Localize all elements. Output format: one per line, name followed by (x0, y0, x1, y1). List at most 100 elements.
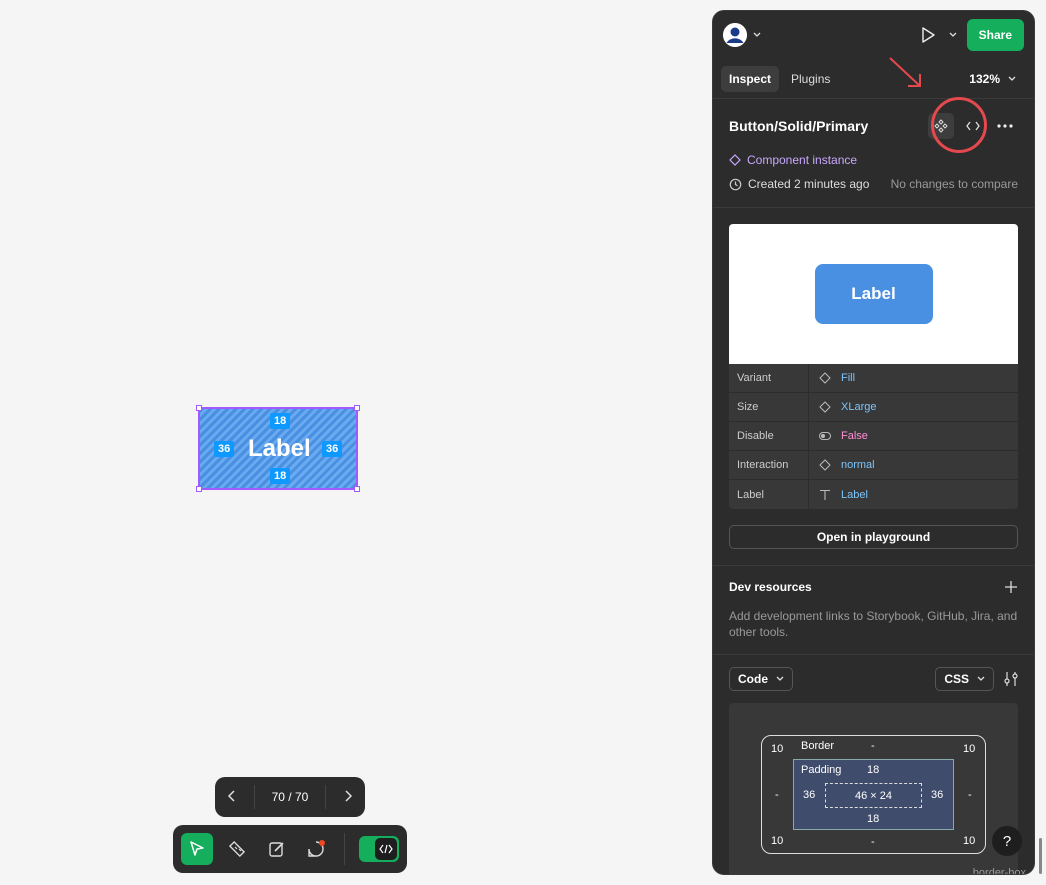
chevron-down-icon (753, 32, 761, 37)
dev-mode-toggle[interactable] (359, 836, 400, 862)
diamond-icon (819, 401, 831, 413)
radius-bottom-right: 10 (963, 835, 976, 847)
annotate-tool-button[interactable] (261, 833, 293, 865)
property-value[interactable]: Fill (841, 372, 855, 384)
box-model-diagram: Border - 10 10 10 10 - - - Padding 18 18… (729, 703, 1026, 874)
tab-inspect[interactable]: Inspect (721, 65, 780, 92)
inspect-panel: Share Inspect Plugins 132% Button/Solid/… (712, 10, 1035, 875)
resize-handle[interactable] (354, 405, 360, 411)
border-left-value: - (775, 789, 779, 801)
selected-button-frame[interactable]: 18 18 36 36 Label (196, 405, 360, 492)
text-icon (820, 489, 830, 500)
dev-resources-section: Dev resources Add development links to S… (713, 566, 1034, 655)
resize-handle[interactable] (354, 486, 360, 492)
padding-right-badge: 36 (322, 441, 343, 457)
padding-top-badge: 18 (270, 413, 291, 429)
property-row: Size XLarge (729, 393, 1018, 422)
pager-count: 70 / 70 (271, 790, 309, 804)
radius-top-right: 10 (963, 743, 976, 755)
play-icon (921, 27, 935, 43)
present-button[interactable] (921, 27, 957, 43)
zoom-level: 132% (969, 71, 1000, 86)
component-header: Button/Solid/Primary Component instance … (713, 99, 1034, 208)
tab-plugins[interactable]: Plugins (783, 66, 838, 92)
padding-label: Padding (801, 764, 842, 776)
scrollbar[interactable] (1039, 838, 1042, 874)
annotate-icon (268, 842, 284, 857)
property-key: Label (729, 480, 809, 509)
created-text: Created 2 minutes ago (748, 177, 870, 191)
ruler-tool-button[interactable] (221, 833, 253, 865)
go-to-main-component-button[interactable] (928, 113, 954, 139)
property-value[interactable]: False (841, 430, 868, 442)
component-name: Button/Solid/Primary (729, 118, 869, 134)
resize-handle[interactable] (196, 405, 202, 411)
help-button[interactable]: ? (992, 826, 1022, 856)
dev-resources-description: Add development links to Storybook, GitH… (729, 609, 1018, 639)
padding-right-value: 36 (931, 789, 944, 801)
property-value[interactable]: Label (841, 489, 868, 501)
property-row: Label Label (729, 480, 1018, 509)
padding-bottom-value: 18 (867, 813, 880, 825)
border-bottom-value: - (871, 836, 875, 848)
share-button[interactable]: Share (966, 19, 1024, 51)
code-dropdown[interactable]: Code (729, 667, 793, 691)
property-key: Disable (729, 422, 809, 450)
component-icon (934, 119, 948, 133)
property-row: Disable False (729, 422, 1018, 451)
history-info: Created 2 minutes ago (729, 177, 869, 191)
padding-bottom-badge: 18 (270, 468, 291, 484)
more-icon (997, 124, 1013, 128)
padding-left-value: 36 (803, 789, 816, 801)
component-instance-link[interactable]: Component instance (729, 153, 1018, 167)
open-in-playground-button[interactable]: Open in playground (729, 525, 1018, 549)
account-menu[interactable] (723, 23, 761, 47)
code-icon (375, 838, 398, 860)
property-key: Variant (729, 364, 809, 392)
move-icon (190, 841, 204, 856)
border-value: - (871, 740, 875, 752)
toggle-icon (819, 432, 831, 440)
no-changes-text: No changes to compare (890, 177, 1018, 191)
border-label: Border (801, 740, 835, 752)
property-value[interactable]: normal (841, 459, 875, 471)
preview-button: Label (814, 264, 933, 324)
chevron-left-icon[interactable] (227, 789, 237, 805)
code-header: Code CSS (713, 655, 1034, 691)
annotation-arrow-icon (889, 57, 921, 87)
diamond-icon (819, 372, 831, 384)
move-tool-button[interactable] (181, 833, 213, 865)
comment-icon (308, 840, 326, 857)
padding-left-badge: 36 (214, 441, 235, 457)
dev-resources-title: Dev resources (729, 580, 812, 594)
frame-pager: 70 / 70 (215, 777, 365, 817)
chevron-down-icon (776, 676, 784, 681)
instance-diamond-icon (729, 154, 741, 166)
panel-tabs: Inspect Plugins 132% (713, 59, 1034, 99)
code-icon (966, 121, 980, 131)
language-dropdown[interactable]: CSS (935, 667, 994, 691)
chevron-right-icon[interactable] (343, 789, 353, 805)
component-preview: Label (729, 224, 1018, 364)
diamond-icon (819, 459, 831, 471)
panel-header: Share (713, 11, 1034, 59)
property-key: Size (729, 393, 809, 421)
avatar-icon (723, 23, 747, 47)
border-right-value: - (968, 789, 972, 801)
chevron-down-icon (1008, 76, 1016, 81)
radius-bottom-left: 10 (771, 835, 784, 847)
comment-tool-button[interactable] (300, 833, 332, 865)
plus-icon[interactable] (1004, 580, 1018, 594)
more-options-button[interactable] (992, 113, 1018, 139)
ruler-icon (228, 840, 245, 858)
code-view-button[interactable] (960, 113, 986, 139)
history-icon (729, 178, 742, 190)
box-sizing-label: border-box (972, 867, 1026, 875)
zoom-menu[interactable]: 132% (969, 72, 1026, 86)
instance-label: Component instance (747, 153, 858, 167)
property-value[interactable]: XLarge (841, 401, 876, 413)
padding-top-value: 18 (867, 764, 880, 776)
resize-handle[interactable] (196, 486, 202, 492)
settings-sliders-icon[interactable] (1004, 671, 1018, 687)
bottom-toolbar (173, 825, 407, 873)
